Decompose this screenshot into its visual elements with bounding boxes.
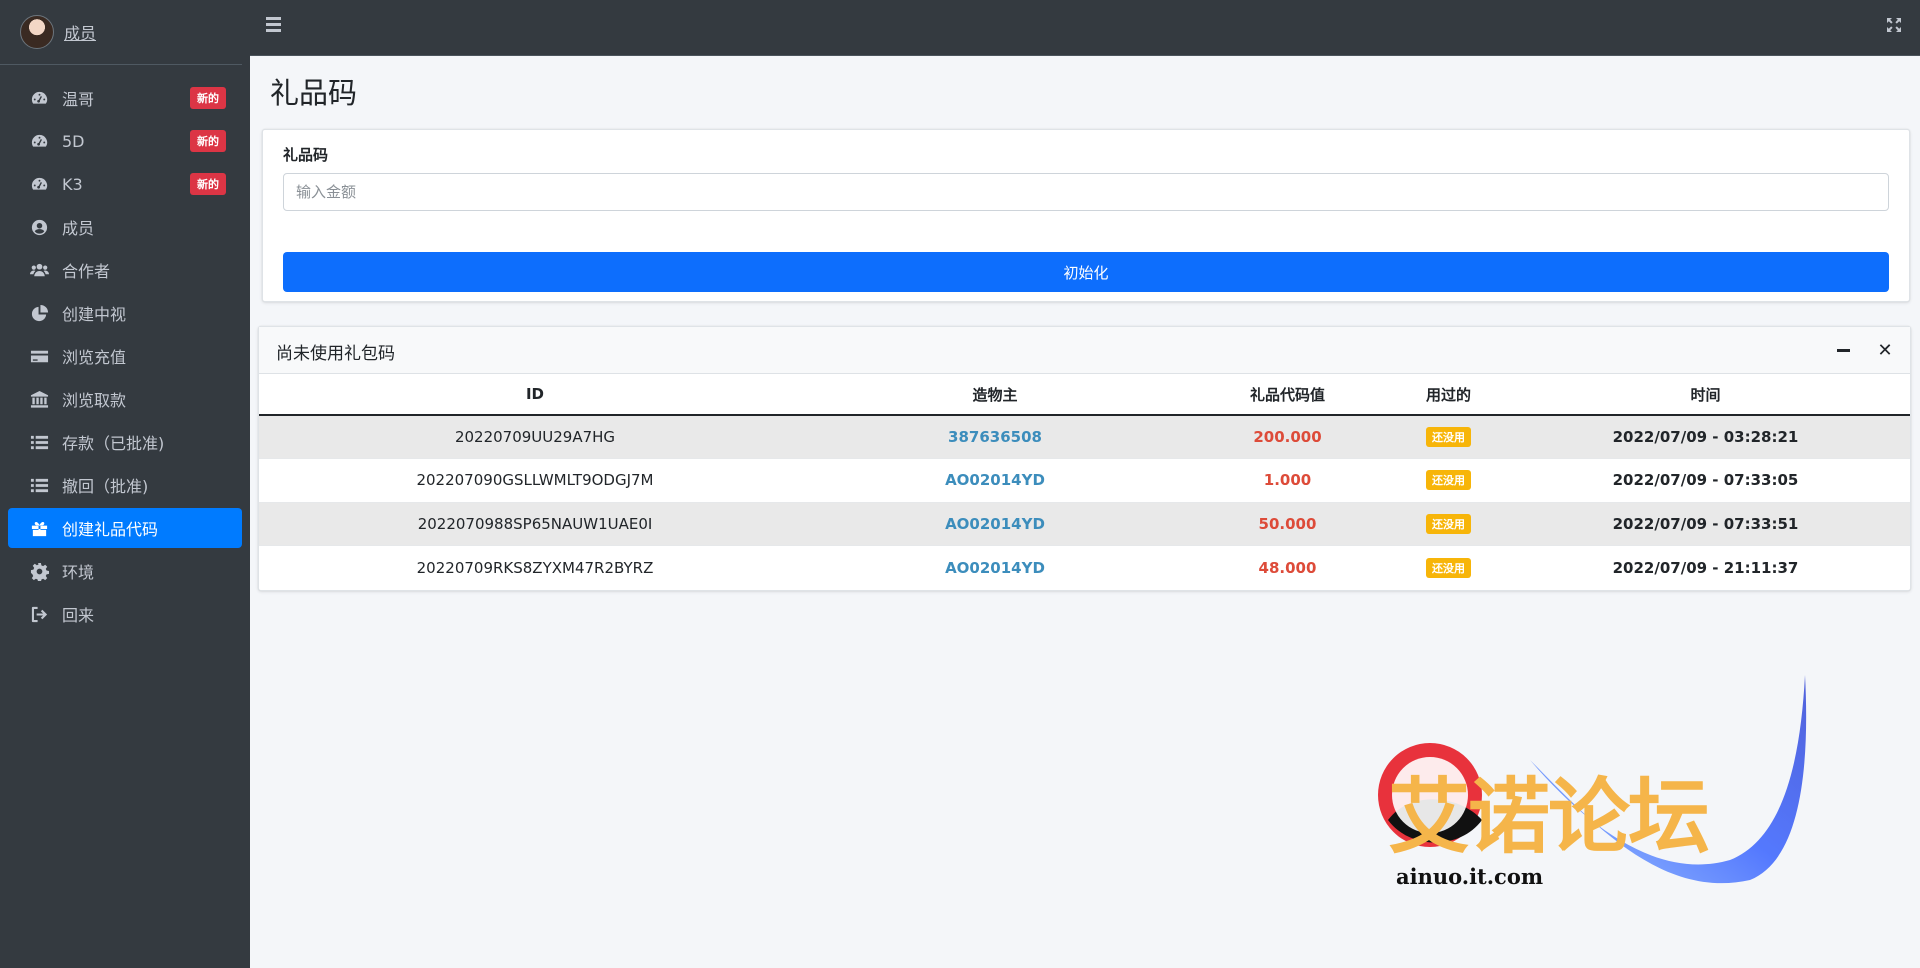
sidebar-item-k3[interactable]: K3 新的 [8, 164, 242, 204]
cell-value: 200.000 [1179, 414, 1396, 459]
sidebar-item-browse-withdraw[interactable]: 浏览取款 [8, 379, 242, 419]
pie-chart-icon [28, 304, 50, 322]
sidebar-item-label: 回来 [62, 606, 95, 625]
sidebar-item-wenge[interactable]: 温哥 新的 [8, 78, 242, 118]
gift-icon [28, 519, 50, 537]
sidebar-item-label: 撤回（批准) [62, 477, 149, 496]
column-header-value[interactable]: 礼品代码值 [1179, 374, 1396, 416]
cell-creator: AO02014YD [811, 501, 1179, 546]
sidebar-item-partners[interactable]: 合作者 [8, 250, 242, 290]
status-badge: 还没用 [1426, 557, 1471, 578]
sidebar-item-logout[interactable]: 回来 [8, 594, 242, 634]
fullscreen-icon[interactable] [1886, 17, 1906, 37]
list-icon [28, 476, 50, 494]
sidebar-item-deposit-approved[interactable]: 存款（已批准) [8, 422, 242, 462]
cell-id: 20220709UU29A7HG [259, 414, 811, 459]
gift-code-form-card: 礼品码 初始化 [262, 129, 1910, 302]
sidebar-item-label: 温哥 [62, 90, 95, 109]
top-navbar [250, 0, 1920, 56]
table-row: 20220709UU29A7HG 387636508 200.000 还没用 2… [259, 414, 1910, 459]
sidebar-item-withdraw-approved[interactable]: 撤回（批准) [8, 465, 242, 505]
table-row: 20220709RKS8ZYXM47R2BYRZ AO02014YD 48.00… [259, 545, 1910, 589]
sidebar: 成员 温哥 新的 5D 新的 K3 新的 成员 合作者 创建中视 浏览充值 浏览… [0, 0, 250, 968]
table-header-row: ID 造物主 礼品代码值 用过的 时间 [259, 374, 1910, 416]
new-badge: 新的 [190, 130, 226, 152]
watermark-text: 艾诺论坛 [1388, 770, 1710, 865]
table-row: 2022070988SP65NAUW1UAE0I AO02014YD 50.00… [259, 501, 1910, 546]
table-row: 202207090GSLLWMLT9ODGJ7M AO02014YD 1.000… [259, 458, 1910, 502]
sidebar-item-label: 成员 [62, 219, 95, 238]
sidebar-item-settings[interactable]: 环境 [8, 551, 242, 591]
watermark-logo: 艾诺论坛 ainuo.it.com [1330, 670, 1810, 930]
status-badge: 还没用 [1426, 513, 1471, 534]
bank-icon [28, 390, 50, 408]
sidebar-item-create-view[interactable]: 创建中视 [8, 293, 242, 333]
sidebar-item-label: 创建礼品代码 [62, 520, 159, 539]
sidebar-item-label: 环境 [62, 563, 95, 582]
cell-id: 2022070988SP65NAUW1UAE0I [259, 501, 811, 546]
status-badge: 还没用 [1426, 427, 1471, 447]
cell-value: 48.000 [1179, 545, 1396, 589]
sidebar-item-label: 存款（已批准) [62, 434, 165, 453]
sidebar-item-create-gift-code[interactable]: 创建礼品代码 [8, 508, 242, 548]
card-header: 尚未使用礼包码 ✕ [259, 327, 1910, 374]
cell-id: 202207090GSLLWMLT9ODGJ7M [259, 458, 811, 502]
tachometer-icon [28, 89, 50, 107]
sidebar-item-label: 创建中视 [62, 305, 127, 324]
sidebar-item-label: 合作者 [62, 262, 111, 281]
cell-used: 还没用 [1396, 414, 1501, 459]
sidebar-item-5d[interactable]: 5D 新的 [8, 121, 242, 161]
gift-code-label: 礼品码 [283, 146, 329, 164]
amount-input[interactable] [283, 173, 1889, 211]
gift-codes-table: ID 造物主 礼品代码值 用过的 时间 20220709UU29A7HG 387… [259, 374, 1910, 589]
card-title: 尚未使用礼包码 [276, 344, 395, 364]
tachometer-icon [28, 132, 50, 150]
status-badge: 还没用 [1426, 470, 1471, 491]
unused-gift-codes-card: 尚未使用礼包码 ✕ ID 造物主 礼品代码值 用过的 时间 20220709UU… [258, 326, 1911, 591]
new-badge: 新的 [190, 87, 226, 109]
cell-value: 1.000 [1179, 458, 1396, 502]
column-header-id[interactable]: ID [259, 374, 811, 416]
cell-used: 还没用 [1396, 501, 1501, 546]
credit-card-icon [28, 347, 50, 365]
cell-creator: AO02014YD [811, 458, 1179, 502]
cell-used: 还没用 [1396, 458, 1501, 502]
watermark-url: ainuo.it.com [1396, 864, 1544, 889]
sidebar-item-label: K3 [62, 174, 83, 194]
user-panel[interactable]: 成员 [0, 0, 242, 65]
collapse-minus-icon[interactable] [1832, 339, 1854, 361]
cell-creator: 387636508 [811, 414, 1179, 459]
avatar[interactable] [20, 15, 54, 49]
sidebar-item-label: 浏览充值 [62, 348, 127, 367]
sign-out-icon [28, 605, 50, 623]
users-icon [28, 261, 50, 279]
gear-icon [28, 562, 50, 581]
cell-time: 2022/07/09 - 07:33:05 [1501, 458, 1910, 502]
column-header-time[interactable]: 时间 [1501, 374, 1910, 416]
tachometer-icon [28, 175, 50, 193]
close-icon[interactable]: ✕ [1874, 339, 1896, 361]
column-header-used[interactable]: 用过的 [1396, 374, 1501, 416]
sidebar-item-label: 浏览取款 [62, 391, 127, 410]
column-header-creator[interactable]: 造物主 [811, 374, 1179, 416]
page-title: 礼品码 [270, 76, 358, 110]
cell-value: 50.000 [1179, 501, 1396, 546]
cell-id: 20220709RKS8ZYXM47R2BYRZ [259, 545, 811, 589]
sidebar-nav: 温哥 新的 5D 新的 K3 新的 成员 合作者 创建中视 浏览充值 浏览取款 … [0, 65, 250, 634]
initialize-button[interactable]: 初始化 [283, 252, 1889, 292]
cell-creator: AO02014YD [811, 545, 1179, 589]
sidebar-item-browse-recharge[interactable]: 浏览充值 [8, 336, 242, 376]
cell-used: 还没用 [1396, 545, 1501, 589]
list-icon [28, 433, 50, 451]
new-badge: 新的 [190, 173, 226, 195]
cell-time: 2022/07/09 - 21:11:37 [1501, 545, 1910, 589]
sidebar-item-members[interactable]: 成员 [8, 207, 242, 247]
user-circle-icon [28, 218, 50, 236]
hamburger-menu-icon[interactable] [266, 17, 286, 37]
cell-time: 2022/07/09 - 03:28:21 [1501, 414, 1910, 459]
sidebar-item-label: 5D [62, 131, 85, 151]
user-name[interactable]: 成员 [64, 20, 96, 44]
cell-time: 2022/07/09 - 07:33:51 [1501, 501, 1910, 546]
